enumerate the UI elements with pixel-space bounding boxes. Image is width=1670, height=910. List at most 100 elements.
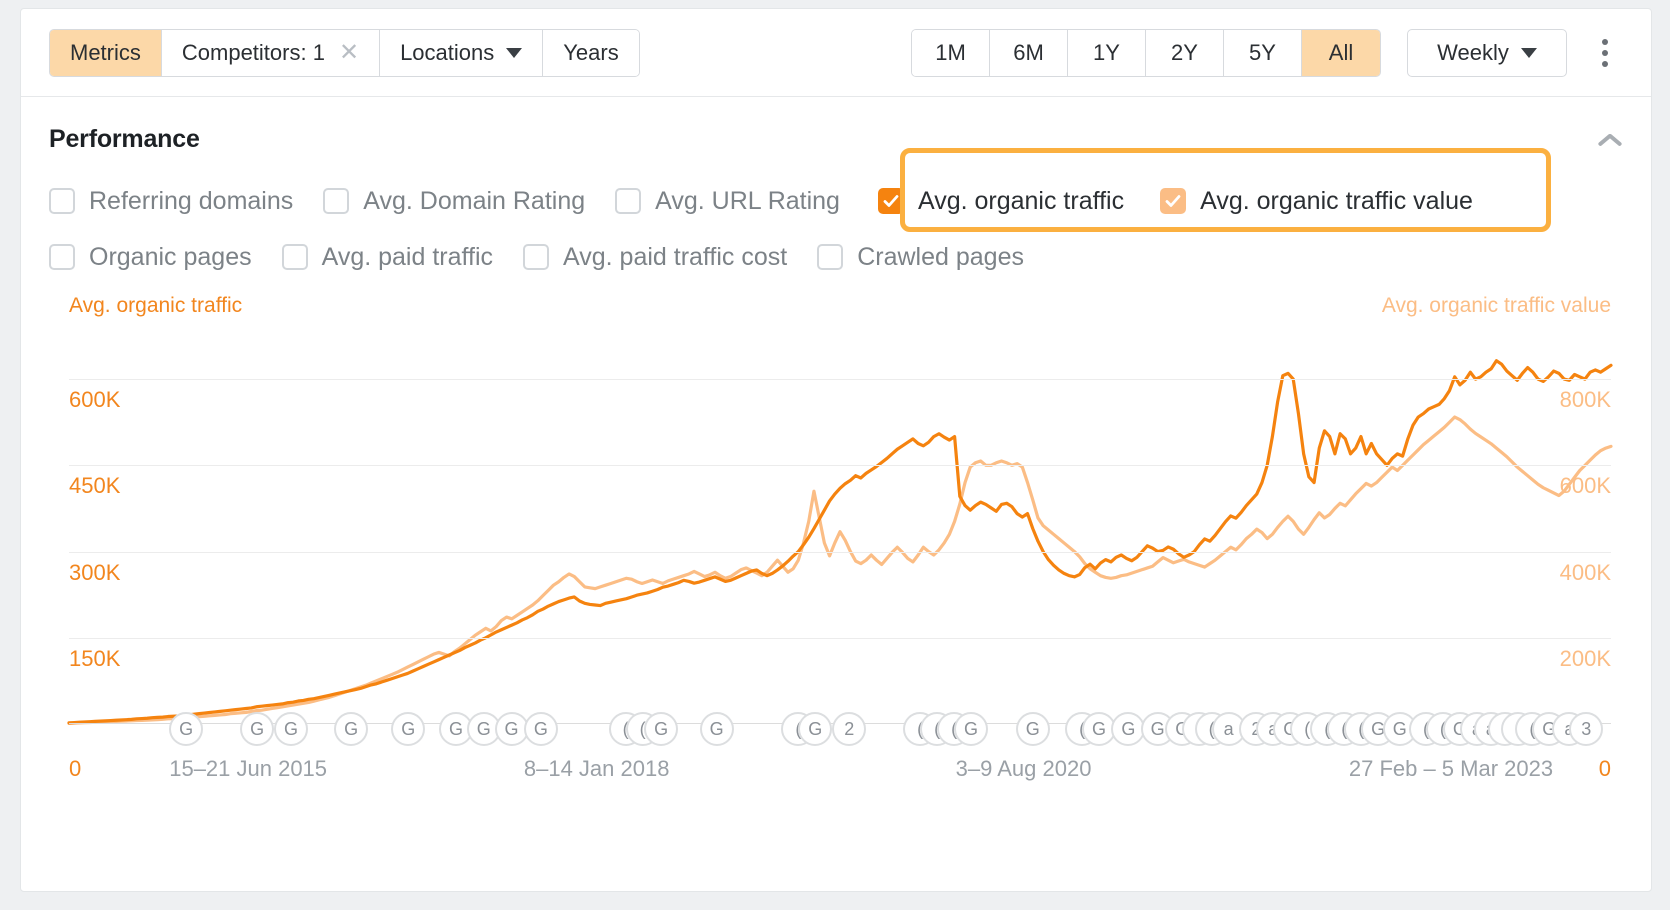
range-6m[interactable]: 6M: [990, 30, 1068, 76]
granularity-label: Weekly: [1437, 40, 1509, 66]
checkbox-label: Referring domains: [89, 187, 293, 216]
close-icon[interactable]: ✕: [339, 41, 359, 65]
checkbox-icon[interactable]: [523, 244, 549, 270]
competitors-chip[interactable]: Competitors: 1 ✕: [162, 30, 380, 76]
x-tick-label: 15–21 Jun 2015: [169, 756, 327, 782]
left-y-tick: 600K: [69, 387, 120, 413]
range-1m[interactable]: 1M: [912, 30, 990, 76]
checkbox-avg-organic-traffic[interactable]: Avg. organic traffic: [878, 187, 1124, 216]
range-6m-label: 6M: [1013, 40, 1044, 66]
checkbox-avg-paid-traffic-cost[interactable]: Avg. paid traffic cost: [523, 243, 787, 272]
x-tick-label: 8–14 Jan 2018: [524, 756, 670, 782]
performance-panel: Metrics Competitors: 1 ✕ Locations Years…: [20, 8, 1652, 892]
annotation-badge[interactable]: G: [954, 712, 988, 746]
chevron-down-icon: [1521, 48, 1537, 58]
checkbox-organic-pages[interactable]: Organic pages: [49, 243, 252, 272]
chevron-down-icon: [506, 48, 522, 58]
grid-line: [69, 379, 1611, 380]
range-5y[interactable]: 5Y: [1224, 30, 1302, 76]
range-1y-label: 1Y: [1093, 40, 1120, 66]
checkbox-label: Organic pages: [89, 243, 252, 272]
kebab-dot: [1602, 50, 1608, 56]
checkbox-label: Avg. organic traffic value: [1200, 187, 1473, 216]
series-line: [69, 417, 1611, 723]
checkbox-avg-url-rating[interactable]: Avg. URL Rating: [615, 187, 840, 216]
metric-row-2: Organic pages Avg. paid traffic Avg. pai…: [49, 234, 1623, 280]
checkbox-label: Avg. paid traffic cost: [563, 243, 787, 272]
years-label: Years: [563, 40, 618, 66]
checkbox-icon[interactable]: [323, 188, 349, 214]
checkbox-icon[interactable]: [817, 244, 843, 270]
section-header: Performance: [21, 97, 1651, 154]
page-title: Performance: [49, 125, 200, 154]
more-menu-button[interactable]: [1587, 29, 1623, 77]
range-1y[interactable]: 1Y: [1068, 30, 1146, 76]
annotation-badge[interactable]: G: [524, 712, 558, 746]
date-range-group: 1M 6M 1Y 2Y 5Y All: [911, 29, 1381, 77]
granularity-dropdown[interactable]: Weekly: [1407, 29, 1567, 77]
x-tick-label: 3–9 Aug 2020: [956, 756, 1092, 782]
right-y-tick: 600K: [1560, 473, 1611, 499]
right-axis-title: Avg. organic traffic value: [1382, 294, 1611, 318]
annotation-badge[interactable]: G: [644, 712, 678, 746]
plot-area: [69, 336, 1611, 724]
annotation-badge[interactable]: G: [334, 712, 368, 746]
performance-chart: Avg. organic traffic Avg. organic traffi…: [21, 294, 1651, 794]
checkbox-avg-organic-traffic-value[interactable]: Avg. organic traffic value: [1160, 187, 1473, 216]
annotation-badge[interactable]: G: [274, 712, 308, 746]
left-axis-title: Avg. organic traffic: [69, 294, 242, 318]
kebab-dot: [1602, 61, 1608, 67]
checkbox-icon[interactable]: [282, 244, 308, 270]
left-y-tick: 150K: [69, 646, 120, 672]
series-lines: [69, 336, 1611, 724]
range-2y[interactable]: 2Y: [1146, 30, 1224, 76]
checkbox-icon[interactable]: [615, 188, 641, 214]
annotation-badge[interactable]: G: [240, 712, 274, 746]
checkbox-crawled-pages[interactable]: Crawled pages: [817, 243, 1024, 272]
locations-label: Locations: [400, 40, 494, 66]
right-y-tick: 200K: [1560, 646, 1611, 672]
years-button[interactable]: Years: [543, 30, 638, 76]
left-zero-label: 0: [69, 756, 81, 782]
right-y-tick: 400K: [1560, 560, 1611, 586]
metric-toggles: Referring domains Avg. Domain Rating Avg…: [21, 154, 1651, 280]
checkbox-avg-paid-traffic[interactable]: Avg. paid traffic: [282, 243, 493, 272]
checkbox-label: Crawled pages: [857, 243, 1024, 272]
x-axis-labels: 0 0 15–21 Jun 2015 8–14 Jan 2018 3–9 Aug…: [21, 756, 1651, 790]
checkbox-icon[interactable]: [878, 188, 904, 214]
checkbox-icon[interactable]: [1160, 188, 1186, 214]
checkbox-label: Avg. paid traffic: [322, 243, 493, 272]
metrics-label: Metrics: [70, 40, 141, 66]
annotation-badge[interactable]: G: [700, 712, 734, 746]
checkbox-label: Avg. URL Rating: [655, 187, 840, 216]
locations-dropdown[interactable]: Locations: [380, 30, 543, 76]
metric-row-1: Referring domains Avg. Domain Rating Avg…: [49, 178, 1623, 224]
chart-toolbar: Metrics Competitors: 1 ✕ Locations Years…: [21, 9, 1651, 97]
grid-line: [69, 638, 1611, 639]
annotation-badge[interactable]: 3: [1569, 712, 1603, 746]
annotation-badge[interactable]: G: [169, 712, 203, 746]
checkbox-referring-domains[interactable]: Referring domains: [49, 187, 293, 216]
checkbox-icon[interactable]: [49, 244, 75, 270]
x-tick-label: 27 Feb – 5 Mar 2023: [1349, 756, 1553, 782]
checkbox-icon[interactable]: [49, 188, 75, 214]
metrics-button[interactable]: Metrics: [50, 30, 162, 76]
checkbox-label: Avg. organic traffic: [918, 187, 1124, 216]
chevron-up-icon[interactable]: [1597, 132, 1623, 148]
filter-segment-group: Metrics Competitors: 1 ✕ Locations Years: [49, 29, 640, 77]
series-line: [69, 361, 1611, 723]
range-all[interactable]: All: [1302, 30, 1380, 76]
right-zero-label: 0: [1599, 756, 1611, 782]
checkbox-label: Avg. Domain Rating: [363, 187, 585, 216]
grid-line: [69, 465, 1611, 466]
grid-line: [69, 552, 1611, 553]
annotation-badges: GGGGGGGGG((GG(G2(((GG(GGGG((a2aG((((GG((…: [69, 712, 1611, 754]
right-y-tick: 800K: [1560, 387, 1611, 413]
range-2y-label: 2Y: [1171, 40, 1198, 66]
annotation-badge[interactable]: G: [391, 712, 425, 746]
annotation-badge[interactable]: 2: [832, 712, 866, 746]
left-y-tick: 450K: [69, 473, 120, 499]
annotation-badge[interactable]: G: [1016, 712, 1050, 746]
annotation-badge[interactable]: G: [798, 712, 832, 746]
checkbox-avg-domain-rating[interactable]: Avg. Domain Rating: [323, 187, 585, 216]
